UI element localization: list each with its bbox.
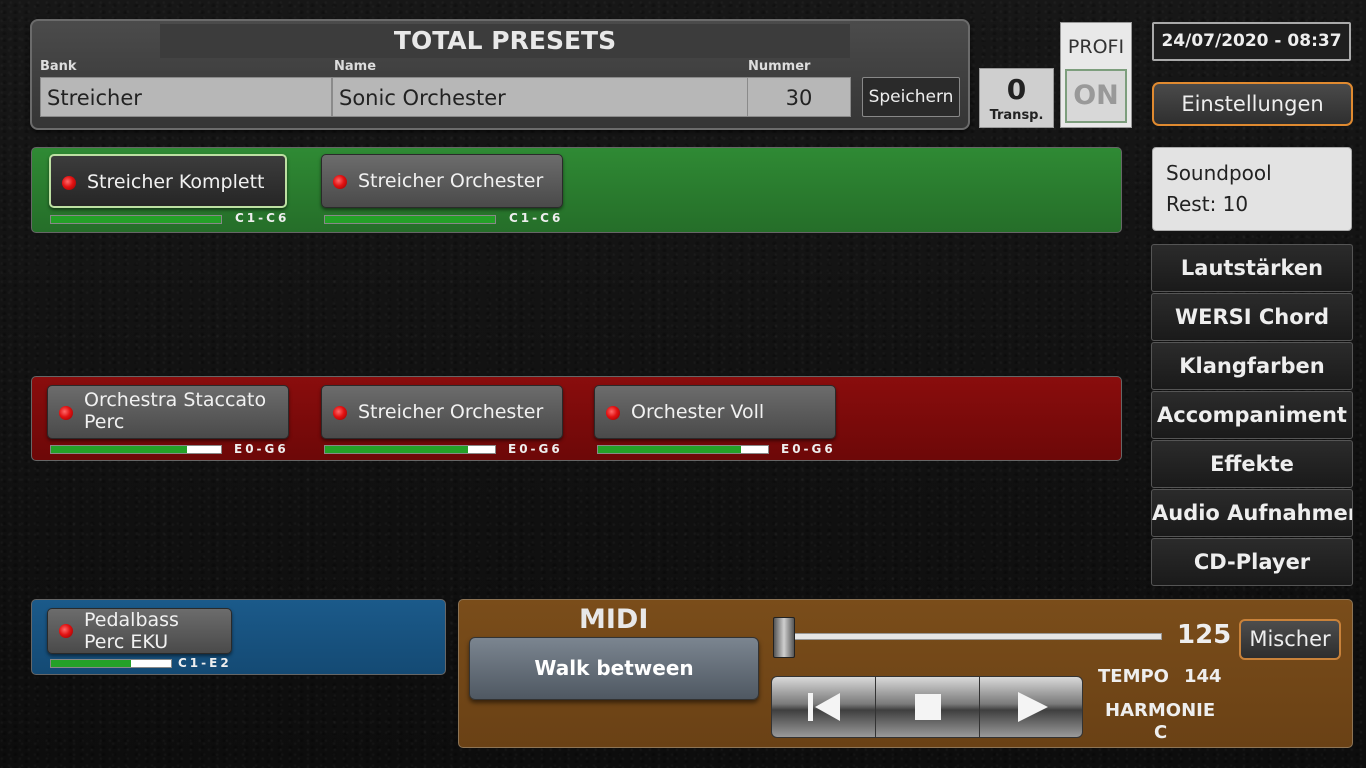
led-icon xyxy=(333,175,347,189)
led-icon xyxy=(333,406,347,420)
voice-button[interactable]: Streicher Orchester xyxy=(321,385,563,439)
lower-manual-row: Orchestra Staccato Perc E0-G6 Streicher … xyxy=(31,376,1122,461)
save-button[interactable]: Speichern xyxy=(862,77,960,117)
transpose-value: 0 xyxy=(1006,73,1027,106)
stop-icon xyxy=(915,694,941,720)
nav-item-wersi-chord[interactable]: WERSI Chord xyxy=(1151,293,1353,341)
soundpool-title: Soundpool xyxy=(1166,161,1272,185)
voice-name: Pedalbass Perc EKU xyxy=(84,609,179,653)
side-nav: Lautstärken WERSI Chord Klangfarben Acco… xyxy=(1151,244,1353,587)
volume-fill xyxy=(325,216,495,223)
voice-button[interactable]: Orchester Voll xyxy=(594,385,836,439)
nav-item-effects[interactable]: Effekte xyxy=(1151,440,1353,488)
volume-fill xyxy=(51,216,221,223)
led-icon xyxy=(62,176,76,190)
skip-back-icon xyxy=(808,693,840,721)
bank-label: Bank xyxy=(40,59,77,74)
transport-controls xyxy=(771,676,1083,738)
voice-button[interactable]: Pedalbass Perc EKU xyxy=(47,608,232,654)
key-range: C1-E2 xyxy=(178,656,232,670)
voice-name: Orchestra Staccato Perc xyxy=(84,389,267,433)
slider-value: 125 xyxy=(1177,620,1232,650)
volume-bar[interactable] xyxy=(324,445,496,454)
name-field[interactable]: Sonic Orchester xyxy=(332,77,748,117)
voice-button[interactable]: Streicher Komplett xyxy=(49,154,287,208)
voice-button[interactable]: Orchestra Staccato Perc xyxy=(47,385,289,439)
tempo-label: TEMPO xyxy=(1098,666,1169,687)
play-button[interactable] xyxy=(980,677,1084,737)
volume-fill xyxy=(598,446,741,453)
profi-label: PROFI xyxy=(1067,36,1125,58)
play-icon xyxy=(1018,692,1048,722)
voice-name: Streicher Komplett xyxy=(87,171,265,193)
volume-bar[interactable] xyxy=(50,215,222,224)
mixer-button[interactable]: Mischer xyxy=(1239,619,1341,660)
key-range: E0-G6 xyxy=(508,442,563,456)
style-select-button[interactable]: Walk between xyxy=(469,637,759,700)
nav-item-audio-recording[interactable]: Audio Aufnahmen xyxy=(1151,489,1353,537)
volume-bar[interactable] xyxy=(324,215,496,224)
preset-panel: TOTAL PRESETS Bank Streicher Name Sonic … xyxy=(30,19,970,130)
nav-item-volumes[interactable]: Lautstärken xyxy=(1151,244,1353,292)
volume-fill xyxy=(51,660,132,667)
transpose-label: Transp. xyxy=(989,108,1044,123)
skip-back-button[interactable] xyxy=(772,677,876,737)
key-range: E0-G6 xyxy=(781,442,836,456)
volume-bar[interactable] xyxy=(50,659,172,668)
stop-button[interactable] xyxy=(876,677,980,737)
profi-toggle[interactable]: ON xyxy=(1065,69,1127,123)
number-field[interactable]: 30 xyxy=(747,77,851,117)
led-icon xyxy=(59,624,73,638)
pedal-row: Pedalbass Perc EKU C1-E2 xyxy=(31,599,446,675)
midi-label: MIDI xyxy=(579,604,649,635)
harmony-value: C xyxy=(1154,722,1168,743)
preset-title: TOTAL PRESETS xyxy=(160,24,850,58)
voice-name: Streicher Orchester xyxy=(358,170,544,192)
slider-thumb[interactable] xyxy=(773,617,795,658)
voice-name: Orchester Voll xyxy=(631,401,765,423)
voice-name: Streicher Orchester xyxy=(358,401,544,423)
voice-button[interactable]: Streicher Orchester xyxy=(321,154,563,208)
nav-item-accompaniment[interactable]: Accompaniment xyxy=(1151,391,1353,439)
led-icon xyxy=(606,406,620,420)
soundpool-rest: Rest: 10 xyxy=(1166,192,1249,216)
transpose-display[interactable]: 0 Transp. xyxy=(979,68,1054,128)
profi-panel: PROFI ON xyxy=(1060,22,1132,128)
player-panel: MIDI Walk between 125 Mischer TEMPO 144 … xyxy=(458,599,1353,748)
nav-item-cd-player[interactable]: CD-Player xyxy=(1151,538,1353,586)
soundpool-panel[interactable]: Soundpool Rest: 10 xyxy=(1152,147,1352,231)
key-range: E0-G6 xyxy=(234,442,289,456)
number-label: Nummer xyxy=(748,59,811,74)
upper-manual-row: Streicher Komplett C1-C6 Streicher Orche… xyxy=(31,147,1122,233)
volume-fill xyxy=(325,446,468,453)
tempo-value: 144 xyxy=(1184,666,1222,687)
slider-track[interactable] xyxy=(784,633,1162,640)
settings-button[interactable]: Einstellungen xyxy=(1152,82,1353,126)
name-label: Name xyxy=(334,59,377,74)
volume-fill xyxy=(51,446,187,453)
volume-bar[interactable] xyxy=(597,445,769,454)
key-range: C1-C6 xyxy=(509,211,564,225)
harmony-label: HARMONIE xyxy=(1105,700,1216,721)
volume-bar[interactable] xyxy=(50,445,222,454)
key-range: C1-C6 xyxy=(235,211,290,225)
bank-field[interactable]: Streicher xyxy=(40,77,332,117)
led-icon xyxy=(59,406,73,420)
nav-item-sounds[interactable]: Klangfarben xyxy=(1151,342,1353,390)
datetime-display: 24/07/2020 - 08:37 xyxy=(1152,22,1351,61)
